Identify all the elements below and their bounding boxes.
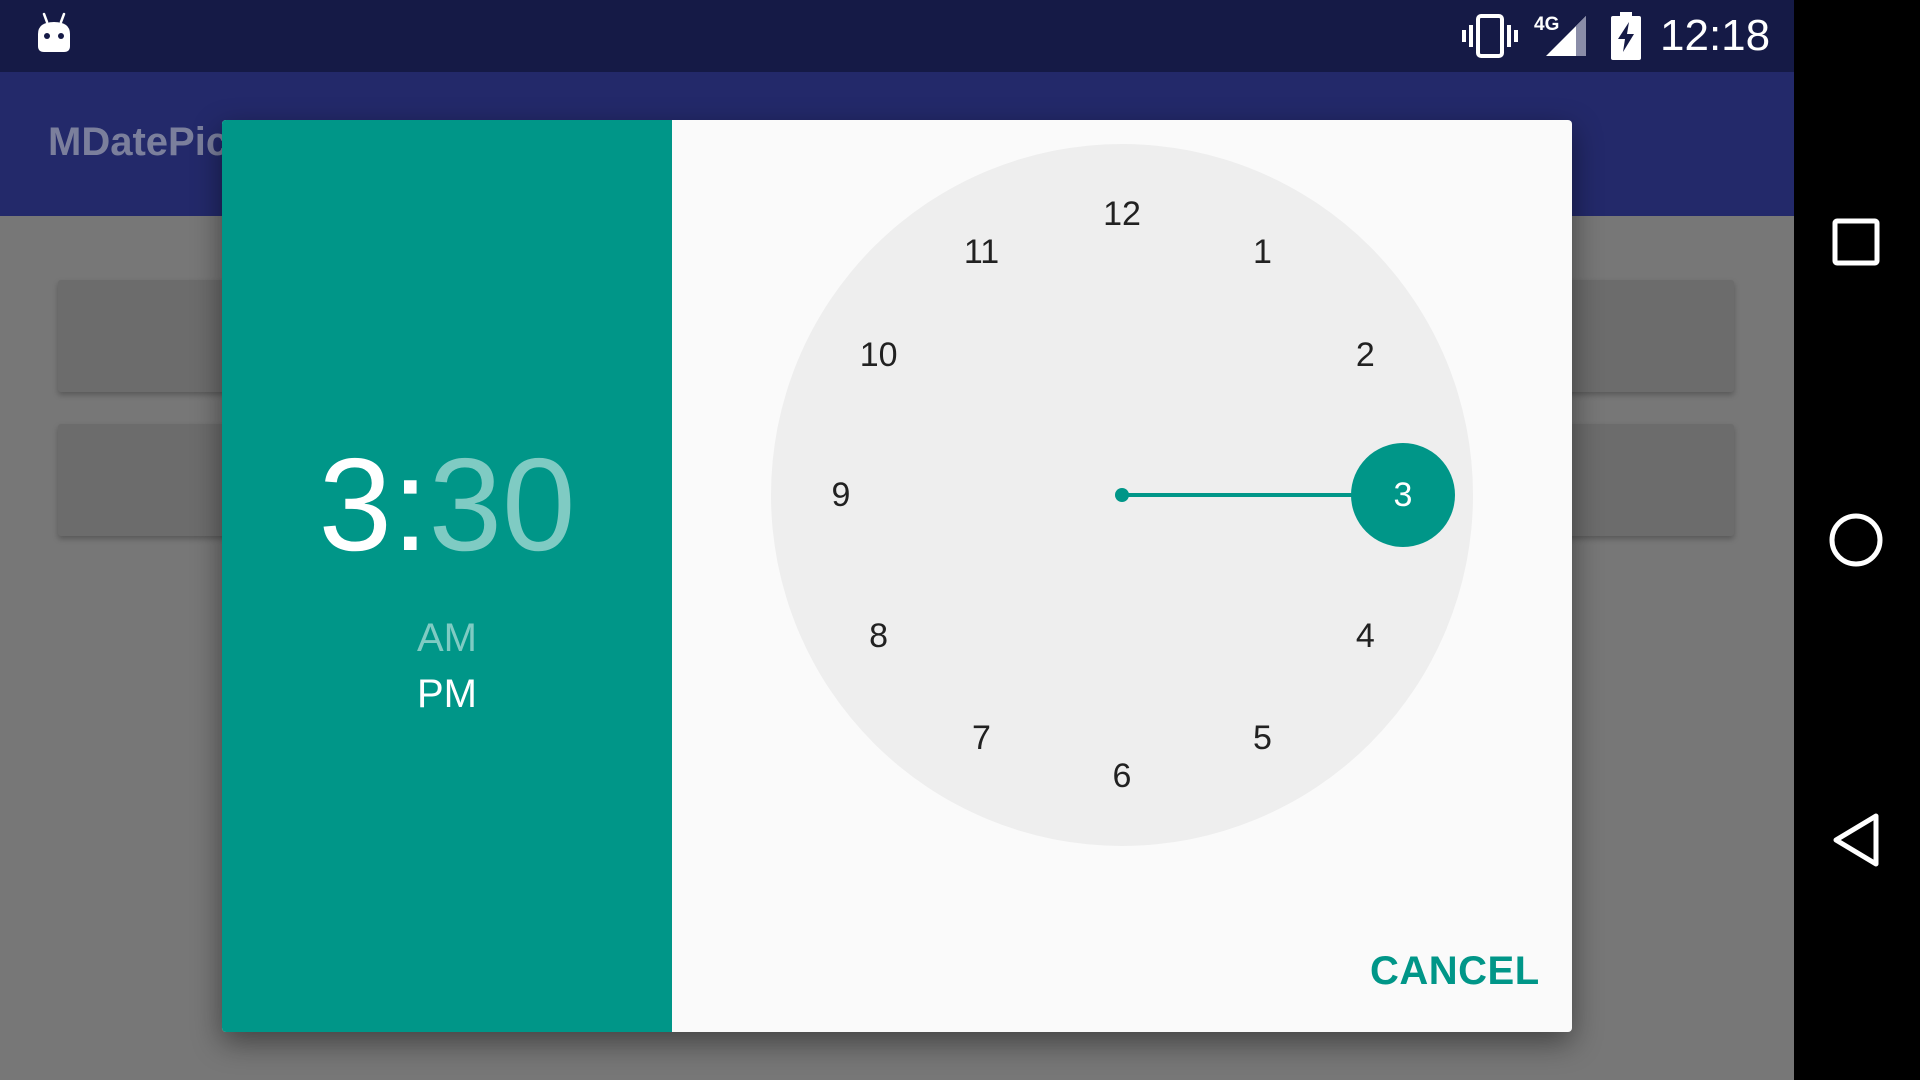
battery-charging-icon [1611, 12, 1641, 60]
clock-number-12[interactable]: 12 [1092, 194, 1152, 234]
am-option[interactable]: AM [222, 610, 672, 666]
home-icon[interactable] [1828, 512, 1884, 568]
clock-number-9[interactable]: 9 [811, 475, 871, 515]
time-display: 3:30 [222, 430, 672, 580]
minute-value[interactable]: 30 [429, 430, 576, 580]
android-icon [38, 12, 70, 52]
clock-number-8[interactable]: 8 [849, 616, 909, 656]
vibrate-icon [1462, 14, 1518, 58]
clock-face[interactable]: 12 1 2 3 4 5 6 7 8 9 10 11 [771, 144, 1473, 846]
clock-number-11[interactable]: 11 [952, 232, 1012, 272]
clock-number-10[interactable]: 10 [849, 335, 909, 375]
clock-hand-layer [1115, 443, 1455, 547]
status-bar: 4G 12:18 [0, 0, 1794, 72]
clock-number-5[interactable]: 5 [1233, 718, 1293, 758]
am-pm-selector: AM PM [222, 610, 672, 722]
clock-center-dot [1115, 488, 1129, 502]
time-picker-dialog: 3:30 AM PM 121234567891011 CANCEL OK [222, 120, 1572, 1032]
signal-icon [1546, 16, 1586, 56]
hour-value[interactable]: 3 [319, 430, 392, 580]
recents-icon[interactable] [1831, 217, 1881, 267]
clock-number-2[interactable]: 2 [1335, 335, 1395, 375]
navigation-bar [1794, 0, 1920, 1080]
clock-number-7[interactable]: 7 [952, 718, 1012, 758]
status-clock: 12:18 [1660, 11, 1771, 60]
clock-number-4[interactable]: 4 [1335, 616, 1395, 656]
clock-number-6[interactable]: 6 [1092, 756, 1152, 796]
time-header: 3:30 AM PM [222, 120, 672, 1032]
back-icon[interactable] [1830, 812, 1882, 868]
cancel-button[interactable]: CANCEL [1370, 946, 1540, 996]
pm-option[interactable]: PM [222, 666, 672, 722]
clock-number-3[interactable]: 3 [1373, 475, 1433, 515]
time-separator: : [391, 431, 429, 578]
clock-number-1[interactable]: 1 [1233, 232, 1293, 272]
